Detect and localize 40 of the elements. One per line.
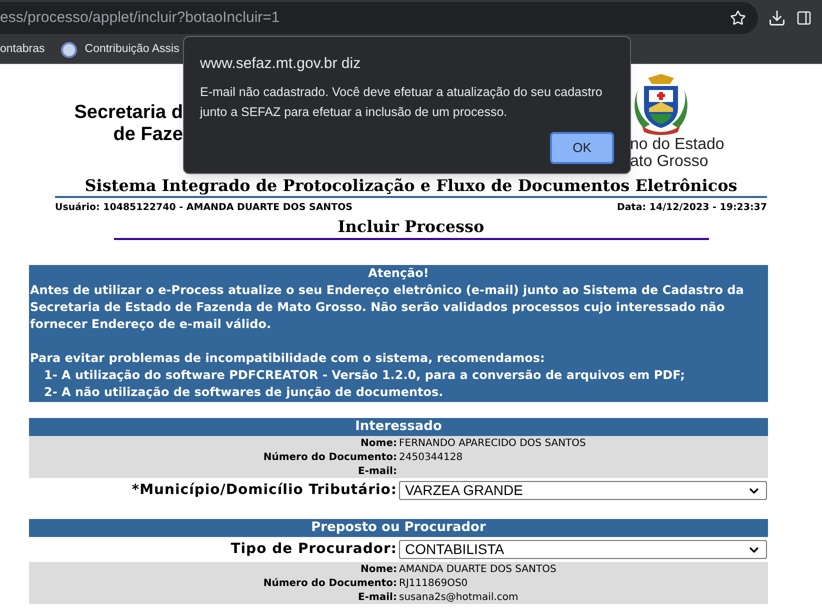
notice-text: Para evitar problemas de incompatibilidade com o sistema, recomendamos: (30, 350, 546, 368)
side-panel-icon[interactable] (796, 10, 812, 26)
logo-text: no do Estado (630, 136, 724, 153)
star-icon[interactable] (730, 10, 746, 26)
address-bar[interactable]: ess/processo/applet/incluir?botaoIncluir=1 (0, 2, 758, 34)
field-label: *Município/Domicílio Tributário: (130, 481, 398, 500)
page-title: Incluir Processo (338, 217, 484, 238)
field-value: RJ111869OS0 (399, 576, 468, 591)
logo-text: de Faze (113, 124, 183, 146)
bookmark-icon (60, 42, 77, 58)
dropdown[interactable]: VARZEA GRANDE (399, 481, 767, 500)
dropdown[interactable]: CONTABILISTA (399, 540, 767, 560)
notice-item: 2- A não utilização de softwares de junção de documentos. (43, 384, 444, 402)
bookmark[interactable]: ontabras (0, 40, 45, 58)
field-value: AMANDA DUARTE DOS SANTOS (399, 562, 556, 577)
field-label: E-mail: (356, 590, 398, 605)
bookmark[interactable]: Contribuição Assis (58, 40, 180, 58)
field-label: Número do Documento: (262, 576, 398, 591)
field-label: Nome: (360, 436, 398, 451)
dialog-origin: www.sefaz.mt.gov.br diz (200, 55, 362, 73)
logo-text: Secretaria d (74, 102, 183, 124)
field-label: Número do Documento: (262, 450, 398, 465)
user-info: Usuário: 10485122740 - AMANDA DUARTE DOS SANTOS (55, 201, 353, 215)
field-label: Tipo de Procurador: (230, 540, 398, 560)
date-info: Data: 14/12/2023 - 19:23:37 (617, 201, 767, 215)
field-label: E-mail: (356, 464, 398, 479)
system-title: Sistema Integrado de Protocolização e Fluxo de Documentos Eletrônicos (84, 176, 738, 196)
dialog-message: E-mail não cadastrado. Você deve efetuar a atualização do seu cadastro junto a SEFAZ para efetuar a inclusão de um processo. (200, 84, 604, 121)
logo-text: ato Grosso (630, 153, 708, 170)
notice-item: 1- A utilização do software PDFCREATOR - Versão 1.2.0, para a conversão de arquivos em PDF; (43, 367, 686, 384)
field-value: FERNANDO APARECIDO DOS SANTOS (399, 436, 586, 451)
notice-text: Antes de utilizar o e-Process atualize o seu Endereço eletrônico (e-mail) junto ao Sistema de Cadastro da Secretaria de Estado de Fazenda de Mato Grosso. Não serão validados processos cujo interessado não fornecer Endereço de e-mail válido. (30, 282, 745, 334)
notice-title: Atenção! (367, 265, 430, 282)
field-value: 2450344128 (399, 450, 463, 465)
field-label: Nome: (360, 562, 398, 577)
field-value: susana2s@hotmail.com (399, 590, 518, 605)
section-header: Preposto ou Procurador (29, 519, 768, 538)
ok-button[interactable]: OK (550, 132, 614, 164)
download-icon[interactable] (768, 9, 786, 27)
section-header: Interessado (29, 418, 768, 436)
